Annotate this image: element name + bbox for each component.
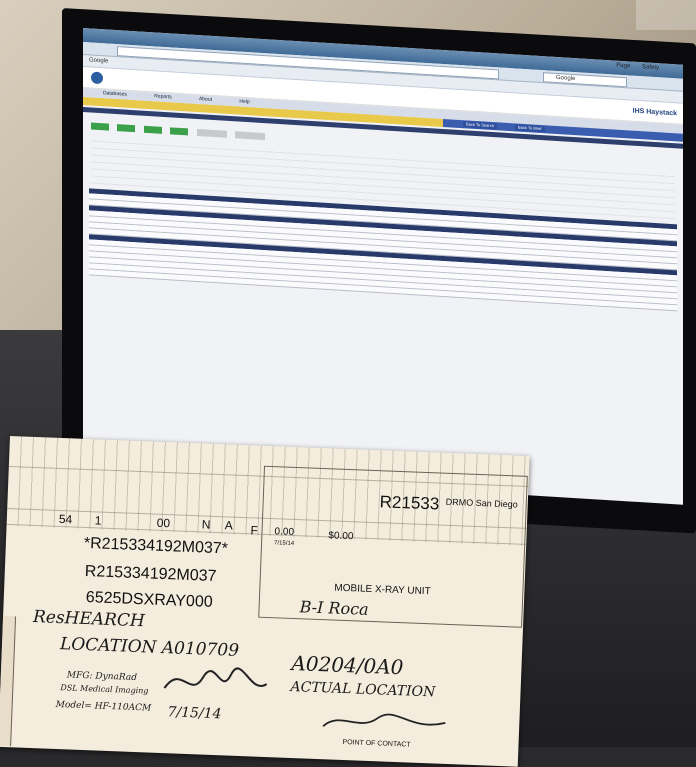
toolbar-safety[interactable]: Safety — [642, 64, 659, 71]
disabled-button — [196, 128, 227, 138]
property-tag-card: 54 1 00 N A F R21533 DRMO San Diego 0.00… — [0, 436, 530, 767]
tag-nsn: 6525DSXRAY000 — [85, 589, 213, 611]
tag-side-strip — [0, 615, 17, 747]
menu-reports[interactable]: Reports — [154, 93, 172, 100]
handwritten-mfg: MFG: DynaRad — [66, 670, 138, 684]
tag-barcode-text: *R215334192M037* — [83, 534, 229, 558]
tag-code-f: F — [250, 523, 259, 538]
tab-google[interactable]: Google — [89, 57, 108, 64]
tag-amount-a: 0.00 — [274, 526, 295, 538]
action-button[interactable] — [170, 127, 189, 136]
back-to-brief-button[interactable]: Back To Brief — [515, 124, 545, 133]
tag-code-n: N — [201, 517, 211, 532]
handwritten-date: 7/15/14 — [167, 704, 222, 723]
signature-scribble — [163, 667, 268, 689]
tag-cond-54: 54 — [58, 511, 73, 527]
tag-cond-1: 1 — [94, 513, 102, 528]
tag-code-a: A — [224, 518, 234, 533]
menu-help[interactable]: Help — [239, 99, 249, 106]
app-logo — [91, 71, 103, 85]
toolbar-page[interactable]: Page — [616, 63, 630, 70]
handwritten-location: LOCATION A010709 — [59, 634, 240, 661]
disabled-button — [235, 131, 266, 141]
action-button[interactable] — [143, 125, 162, 134]
action-button[interactable] — [91, 122, 109, 131]
tag-footer: POINT OF CONTACT — [342, 738, 411, 749]
menu-databases[interactable]: Databases — [103, 90, 127, 97]
menu-about[interactable]: About — [199, 96, 212, 103]
tag-right-fields — [258, 465, 528, 628]
tag-amount-b: $0.00 — [328, 530, 354, 543]
signature-scribble-2 — [322, 713, 446, 727]
action-button[interactable] — [117, 124, 136, 133]
app-brand: IHS Haystack — [632, 107, 677, 118]
handwritten-research: ResHEARCH — [32, 607, 146, 632]
monitor-screen: Google Google Page Safety IHS Haystack D… — [83, 28, 683, 505]
tag-requisition: R215334192M037 — [84, 562, 217, 586]
tag-date-printed: 7/15/14 — [273, 540, 295, 547]
handwritten-dsl: DSL Medical Imaging — [60, 683, 149, 696]
handwritten-actual-code: A0204/0A0 — [291, 650, 404, 680]
tag-doc-number: R21533 — [379, 492, 440, 514]
handwritten-bldg: B-I Roca — [299, 597, 370, 619]
handwritten-actual-location: ACTUAL LOCATION — [290, 678, 436, 701]
screen-glare — [636, 0, 696, 30]
back-to-search-button[interactable]: Back To Search — [463, 121, 497, 130]
tag-qty: 00 — [156, 515, 171, 531]
handwritten-model: Model= HF-110ACM — [55, 699, 152, 714]
